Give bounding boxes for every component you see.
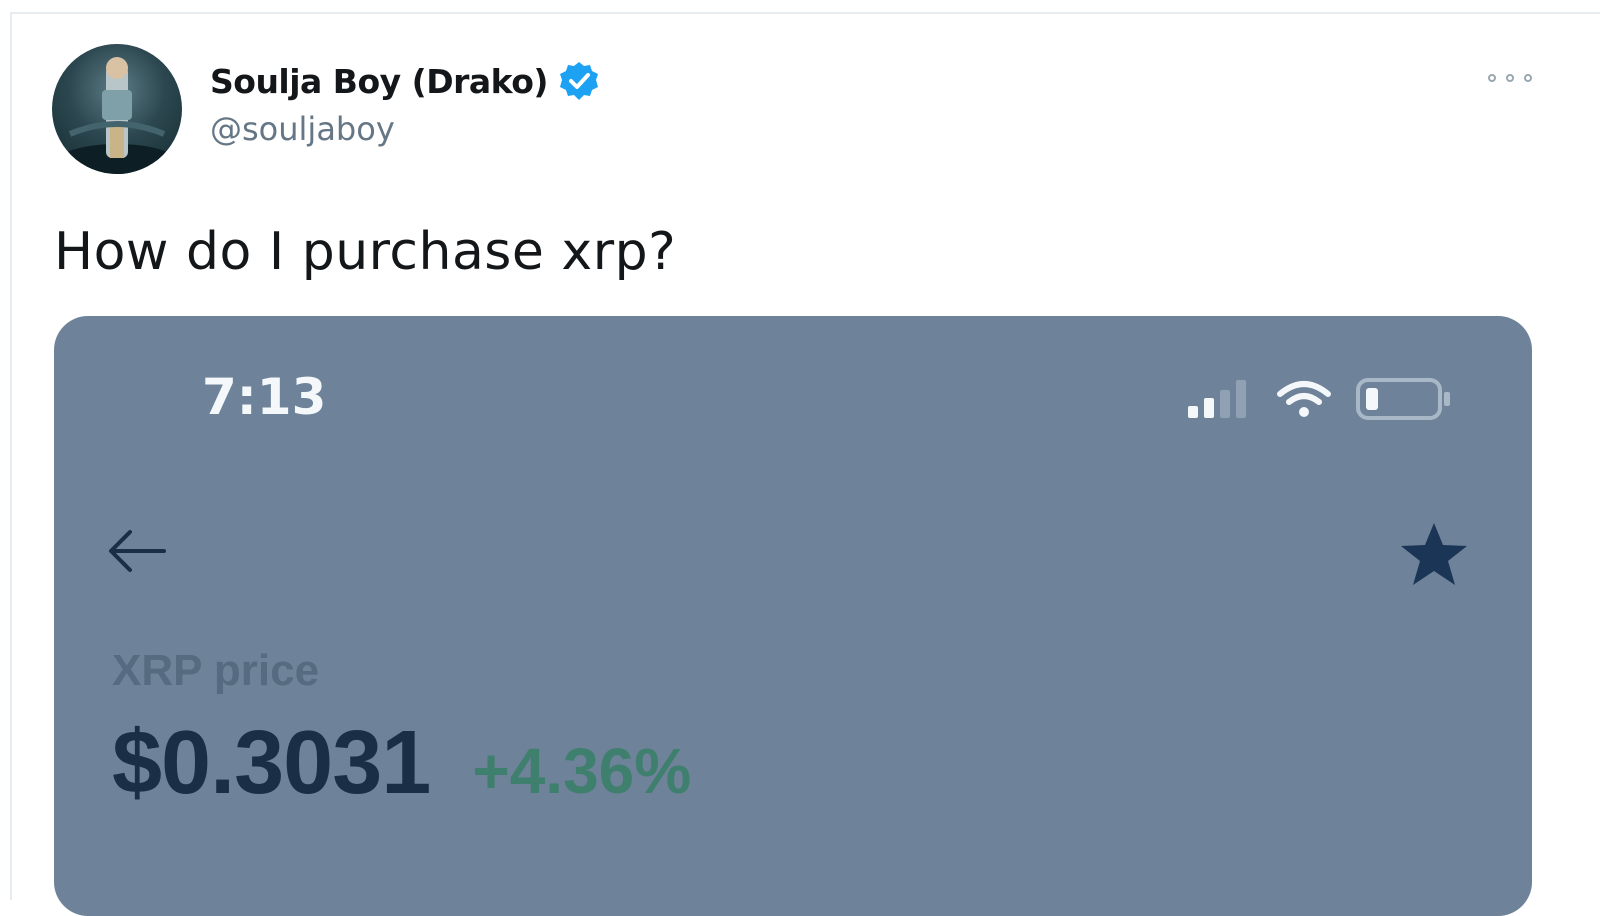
star-icon[interactable] bbox=[1398, 520, 1470, 590]
price-row: $0.3031 +4.36% bbox=[112, 712, 691, 815]
status-bar-icons bbox=[1186, 376, 1456, 424]
tweet-text: How do I purchase xrp? bbox=[54, 222, 677, 282]
coin-price: $0.3031 bbox=[112, 713, 431, 813]
cellular-signal-icon bbox=[1188, 380, 1246, 418]
price-change-percent: +4.36% bbox=[472, 735, 692, 807]
author-name-row: Soulja Boy (Drako) bbox=[210, 58, 600, 104]
back-arrow-icon[interactable] bbox=[106, 526, 168, 576]
battery-icon bbox=[1356, 378, 1450, 420]
more-horizontal-icon[interactable] bbox=[1488, 64, 1532, 92]
tweet-media-image[interactable]: 7:13 XRP price $0.3031 +4.36% bbox=[54, 316, 1532, 916]
verified-badge-icon bbox=[558, 60, 600, 102]
more-dot bbox=[1524, 74, 1532, 82]
more-dot bbox=[1488, 74, 1496, 82]
author-handle[interactable]: @souljaboy bbox=[210, 110, 600, 148]
coin-price-label: XRP price bbox=[112, 646, 320, 695]
author-block: Soulja Boy (Drako) @souljaboy bbox=[210, 58, 600, 148]
more-dot bbox=[1506, 74, 1514, 82]
status-bar-time: 7:13 bbox=[202, 368, 327, 426]
display-name[interactable]: Soulja Boy (Drako) bbox=[210, 62, 548, 101]
profile-photo-icon bbox=[57, 57, 177, 174]
avatar[interactable] bbox=[52, 44, 182, 174]
wifi-icon bbox=[1277, 381, 1331, 417]
